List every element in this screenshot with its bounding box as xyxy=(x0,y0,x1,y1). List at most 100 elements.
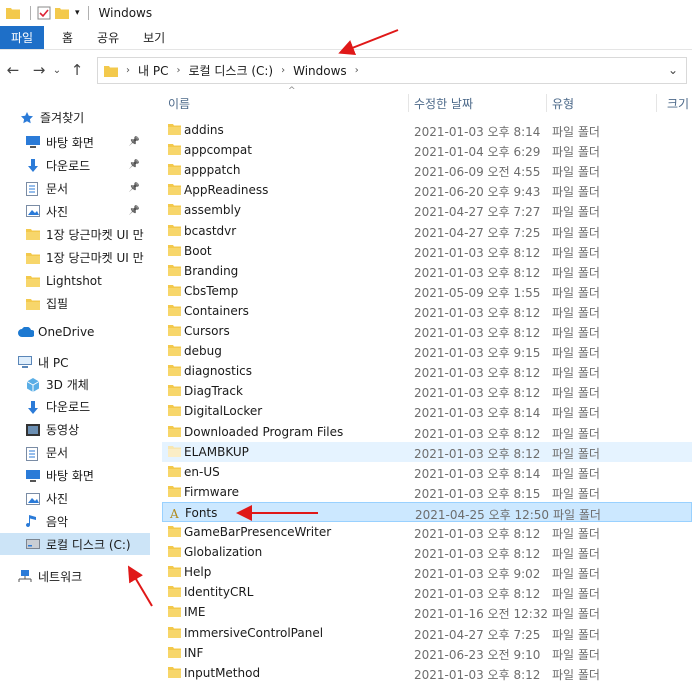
file-row[interactable]: Downloaded Program Files 2021-01-03 오후 8:… xyxy=(162,422,692,442)
navigation-pane: 즐겨찾기 바탕 화면 📌 다운로드 📌 문서 📌 사진 📌 1장 당근마켓 UI 만 1장 당근마켓… xyxy=(0,92,150,689)
file-row[interactable]: AppReadiness 2021-06-20 오후 9:43 파일 폴더 xyxy=(162,180,692,200)
breadcrumb-chevron-icon[interactable]: › xyxy=(281,65,285,76)
tab-file[interactable]: 파일 xyxy=(0,26,44,49)
file-row[interactable]: Globalization 2021-01-03 오후 8:12 파일 폴더 xyxy=(162,542,692,562)
file-row[interactable]: DigitalLocker 2021-01-03 오후 8:14 파일 폴더 xyxy=(162,401,692,421)
sidebar-item-quick-4[interactable]: 1장 당근마켓 UI 만 xyxy=(0,223,150,245)
sidebar-item-quick-access[interactable]: 즐겨찾기 xyxy=(0,106,150,128)
up-arrow-icon[interactable]: ↑ xyxy=(66,56,88,84)
new-folder-icon[interactable] xyxy=(55,7,69,19)
tab-share[interactable]: 공유 xyxy=(85,26,131,49)
column-divider[interactable] xyxy=(656,94,657,112)
file-row[interactable]: GameBarPresenceWriter 2021-01-03 오후 8:12 파… xyxy=(162,522,692,542)
file-row[interactable]: debug 2021-01-03 오후 9:15 파일 폴더 xyxy=(162,341,692,361)
sidebar-item-pc-3[interactable]: 문서 xyxy=(0,442,150,464)
quick-access-dropdown-icon[interactable]: ▾ xyxy=(75,8,80,18)
sidebar-item-quick-1[interactable]: 다운로드 📌 xyxy=(0,154,150,176)
breadcrumb-chevron-icon[interactable]: › xyxy=(126,65,130,76)
file-row[interactable]: DiagTrack 2021-01-03 오후 8:12 파일 폴더 xyxy=(162,381,692,401)
back-arrow-icon[interactable]: ← xyxy=(2,56,24,84)
properties-icon[interactable] xyxy=(37,6,51,20)
tab-home[interactable]: 홈 xyxy=(44,26,85,49)
tab-view[interactable]: 보기 xyxy=(131,26,177,49)
sidebar-item-quick-3[interactable]: 사진 📌 xyxy=(0,200,150,222)
ribbon-tabs: 파일 홈 공유 보기 xyxy=(0,26,692,50)
pin-icon[interactable]: 📌 xyxy=(129,183,140,193)
sidebar-item-pc-0[interactable]: 3D 개체 xyxy=(0,373,150,395)
breadcrumb-local-disk[interactable]: 로컬 디스크 (C:) xyxy=(188,62,273,79)
file-row[interactable]: Firmware 2021-01-03 오후 8:15 파일 폴더 xyxy=(162,482,692,502)
file-row[interactable]: ImmersiveControlPanel 2021-04-27 오후 7:25 파… xyxy=(162,623,692,643)
file-row[interactable]: Branding 2021-01-03 오후 8:12 파일 폴더 xyxy=(162,261,692,281)
navigation-bar: ← → ⌄ ↑ › 내 PC › 로컬 디스크 (C:) › Windows ›… xyxy=(0,54,692,86)
address-bar[interactable]: › 내 PC › 로컬 디스크 (C:) › Windows › ⌄ xyxy=(97,57,687,84)
address-dropdown-chevron-icon[interactable]: ⌄ xyxy=(668,63,678,77)
sidebar-item-pc-7[interactable]: 로컬 디스크 (C:) xyxy=(0,533,150,556)
file-row[interactable]: ELAMBKUP 2021-01-03 오후 8:12 파일 폴더 xyxy=(162,441,692,462)
sidebar-item-pc-1[interactable]: 다운로드 xyxy=(0,396,150,418)
column-divider[interactable] xyxy=(546,94,547,112)
file-row[interactable]: IdentityCRL 2021-01-03 오후 8:12 파일 폴더 xyxy=(162,582,692,602)
sidebar-item-quick-6[interactable]: Lightshot xyxy=(0,270,150,292)
breadcrumb-chevron-icon[interactable]: › xyxy=(355,65,359,76)
file-row[interactable]: IME 2021-01-16 오전 12:32 파일 폴더 xyxy=(162,602,692,622)
nav-item-label: 로컬 디스크 (C:) xyxy=(46,537,131,552)
file-row[interactable]: assembly 2021-04-27 오후 7:27 파일 폴더 xyxy=(162,200,692,220)
file-name: CbsTemp xyxy=(184,283,239,298)
cloud-icon xyxy=(18,326,36,338)
folder-icon xyxy=(168,325,181,336)
file-row[interactable]: Help 2021-01-03 오후 9:02 파일 폴더 xyxy=(162,562,692,582)
sidebar-item-quick-0[interactable]: 바탕 화면 📌 xyxy=(0,131,150,153)
breadcrumb-chevron-icon[interactable]: › xyxy=(176,65,180,76)
pin-icon[interactable]: 📌 xyxy=(129,137,140,147)
file-row[interactable]: Boot 2021-01-03 오후 8:12 파일 폴더 xyxy=(162,241,692,261)
forward-arrow-icon[interactable]: → xyxy=(28,56,50,84)
sidebar-item-quick-5[interactable]: 1장 당근마켓 UI 만 xyxy=(0,247,150,269)
file-row[interactable]: en-US 2021-01-03 오후 8:14 파일 폴더 xyxy=(162,462,692,482)
sidebar-item-quick-2[interactable]: 문서 📌 xyxy=(0,177,150,199)
sidebar-item-pc-6[interactable]: 음악 xyxy=(0,510,150,532)
column-divider[interactable] xyxy=(408,94,409,112)
sidebar-item-pc-4[interactable]: 바탕 화면 xyxy=(0,465,150,487)
svg-text:A: A xyxy=(169,507,179,519)
sidebar-item-quick-7[interactable]: 집필 xyxy=(0,293,150,315)
sidebar-item-network[interactable]: 네트워크 xyxy=(0,565,150,587)
pin-icon[interactable]: 📌 xyxy=(129,160,140,170)
nav-item-label: 문서 xyxy=(46,181,69,196)
file-row[interactable]: InputMethod 2021-01-03 오후 8:12 파일 폴더 xyxy=(162,663,692,683)
file-row[interactable]: CbsTemp 2021-05-09 오후 1:55 파일 폴더 xyxy=(162,281,692,301)
file-row[interactable]: apppatch 2021-06-09 오전 4:55 파일 폴더 xyxy=(162,160,692,180)
column-header-type[interactable]: 유형 xyxy=(552,92,574,114)
nav-item-label: 다운로드 xyxy=(46,400,91,415)
file-name: INF xyxy=(184,645,204,660)
breadcrumb-windows[interactable]: Windows xyxy=(293,64,347,78)
file-row[interactable]: bcastdvr 2021-04-27 오후 7:25 파일 폴더 xyxy=(162,221,692,241)
sidebar-item-pc-5[interactable]: 사진 xyxy=(0,488,150,510)
file-row[interactable]: Cursors 2021-01-03 오후 8:12 파일 폴더 xyxy=(162,321,692,341)
file-row[interactable]: appcompat 2021-01-04 오후 6:29 파일 폴더 xyxy=(162,140,692,160)
file-row[interactable]: addins 2021-01-03 오후 8:14 파일 폴더 xyxy=(162,120,692,140)
sidebar-item-this-pc[interactable]: 내 PC xyxy=(0,351,150,373)
sidebar-item-onedrive[interactable]: OneDrive xyxy=(0,321,150,343)
file-name: Help xyxy=(184,565,212,580)
column-header-name[interactable]: 이름 ^ xyxy=(168,86,408,114)
column-header-size[interactable]: 크기 xyxy=(667,92,689,114)
file-date: 2021-01-03 오후 8:15 xyxy=(414,486,541,501)
file-name: assembly xyxy=(184,203,241,218)
file-row[interactable]: A Fonts 2021-04-25 오후 12:50 파일 폴더 xyxy=(162,501,692,522)
recent-locations-chevron-icon[interactable]: ⌄ xyxy=(50,56,64,84)
folder-icon xyxy=(168,385,181,397)
pin-icon[interactable]: 📌 xyxy=(129,206,140,216)
column-header-modified[interactable]: 수정한 날짜 xyxy=(414,92,473,114)
file-date: 2021-06-09 오전 4:55 xyxy=(414,165,541,180)
file-row[interactable]: diagnostics 2021-01-03 오후 8:12 파일 폴더 xyxy=(162,361,692,381)
file-row[interactable]: Containers 2021-01-03 오후 8:12 파일 폴더 xyxy=(162,301,692,321)
sidebar-item-pc-2[interactable]: 동영상 xyxy=(0,419,150,441)
file-date: 2021-01-03 오후 8:12 xyxy=(414,245,541,260)
file-row[interactable]: INF 2021-06-23 오전 9:10 파일 폴더 xyxy=(162,643,692,663)
breadcrumb-this-pc[interactable]: 내 PC xyxy=(138,62,168,79)
file-type: 파일 폴더 xyxy=(553,507,601,522)
folder-icon xyxy=(168,304,181,316)
file-type: 파일 폴더 xyxy=(552,326,600,340)
nav-item-label: 1장 당근마켓 UI 만 xyxy=(46,227,144,242)
